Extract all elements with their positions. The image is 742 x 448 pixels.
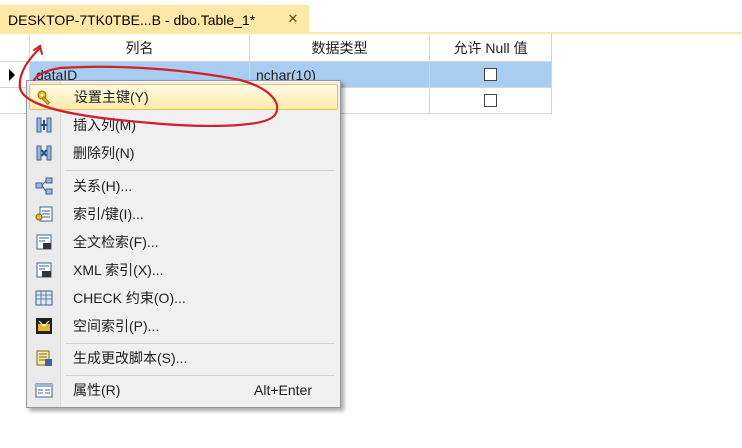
menu-separator (65, 375, 335, 376)
xml-index-icon (36, 262, 52, 278)
tab-title: DESKTOP-7TK0TBE...B - dbo.Table_1* (8, 11, 256, 28)
allow-null-checkbox[interactable] (484, 94, 497, 107)
document-tab[interactable]: DESKTOP-7TK0TBE...B - dbo.Table_1* ✕ (0, 5, 309, 34)
menu-separator (65, 170, 335, 171)
menu-item-relationships[interactable]: 关系(H)... (29, 173, 338, 199)
spatial-index-icon (36, 318, 52, 334)
menu-item-generate-change-script[interactable]: 生成更改脚本(S)... (29, 345, 338, 371)
index-icon (35, 206, 53, 222)
relationship-icon (35, 177, 53, 195)
insert-column-icon (36, 117, 52, 133)
menu-item-fulltext-index[interactable]: 全文检索(F)... (29, 229, 338, 255)
close-icon[interactable]: ✕ (286, 12, 300, 26)
menu-item-insert-column[interactable]: 插入列(M) (29, 112, 338, 138)
current-row-arrow-icon (9, 69, 15, 81)
menu-item-spatial-index[interactable]: 空间索引(P)... (29, 313, 338, 339)
menu-item-label: 索引/键(I)... (73, 206, 144, 222)
menu-item-label: 插入列(M) (73, 117, 136, 133)
column-header-name[interactable]: 列名 (30, 34, 250, 62)
menu-item-properties[interactable]: 属性(R) Alt+Enter (29, 377, 338, 403)
key-icon (37, 90, 51, 106)
context-menu: 设置主键(Y) 插入列(M) 删除列(N) 关系(H)... 索引/键(I)..… (26, 80, 341, 408)
menu-item-label: XML 索引(X)... (73, 262, 164, 278)
fulltext-icon (36, 234, 52, 250)
menu-separator (65, 343, 335, 344)
document-tab-strip: DESKTOP-7TK0TBE...B - dbo.Table_1* ✕ (0, 0, 742, 34)
allow-null-checkbox[interactable] (484, 68, 497, 81)
menu-item-label: 空间索引(P)... (73, 318, 160, 334)
menu-item-label: 生成更改脚本(S)... (73, 350, 188, 366)
menu-item-label: 全文检索(F)... (73, 234, 159, 250)
row-header-corner (0, 34, 30, 62)
menu-item-label: CHECK 约束(O)... (73, 290, 186, 306)
menu-item-label: 关系(H)... (73, 178, 133, 194)
menu-item-check-constraints[interactable]: CHECK 约束(O)... (29, 285, 338, 311)
column-header-type[interactable]: 数据类型 (250, 34, 430, 62)
cell-allow-null (430, 62, 552, 88)
properties-icon (35, 383, 53, 398)
cell-allow-null (430, 88, 552, 114)
menu-item-xml-index[interactable]: XML 索引(X)... (29, 257, 338, 283)
menu-item-label: 属性(R) (73, 382, 121, 398)
menu-item-delete-column[interactable]: 删除列(N) (29, 140, 338, 166)
menu-item-label: 删除列(N) (73, 145, 135, 161)
check-constraint-icon (35, 290, 53, 306)
menu-item-indexes-keys[interactable]: 索引/键(I)... (29, 201, 338, 227)
menu-item-set-primary-key[interactable]: 设置主键(Y) (29, 84, 338, 110)
delete-column-icon (36, 145, 52, 161)
menu-item-shortcut: Alt+Enter (254, 382, 312, 398)
script-icon (36, 350, 52, 366)
column-header-nullable[interactable]: 允许 Null 值 (430, 34, 552, 62)
menu-item-label: 设置主键(Y) (74, 89, 149, 105)
